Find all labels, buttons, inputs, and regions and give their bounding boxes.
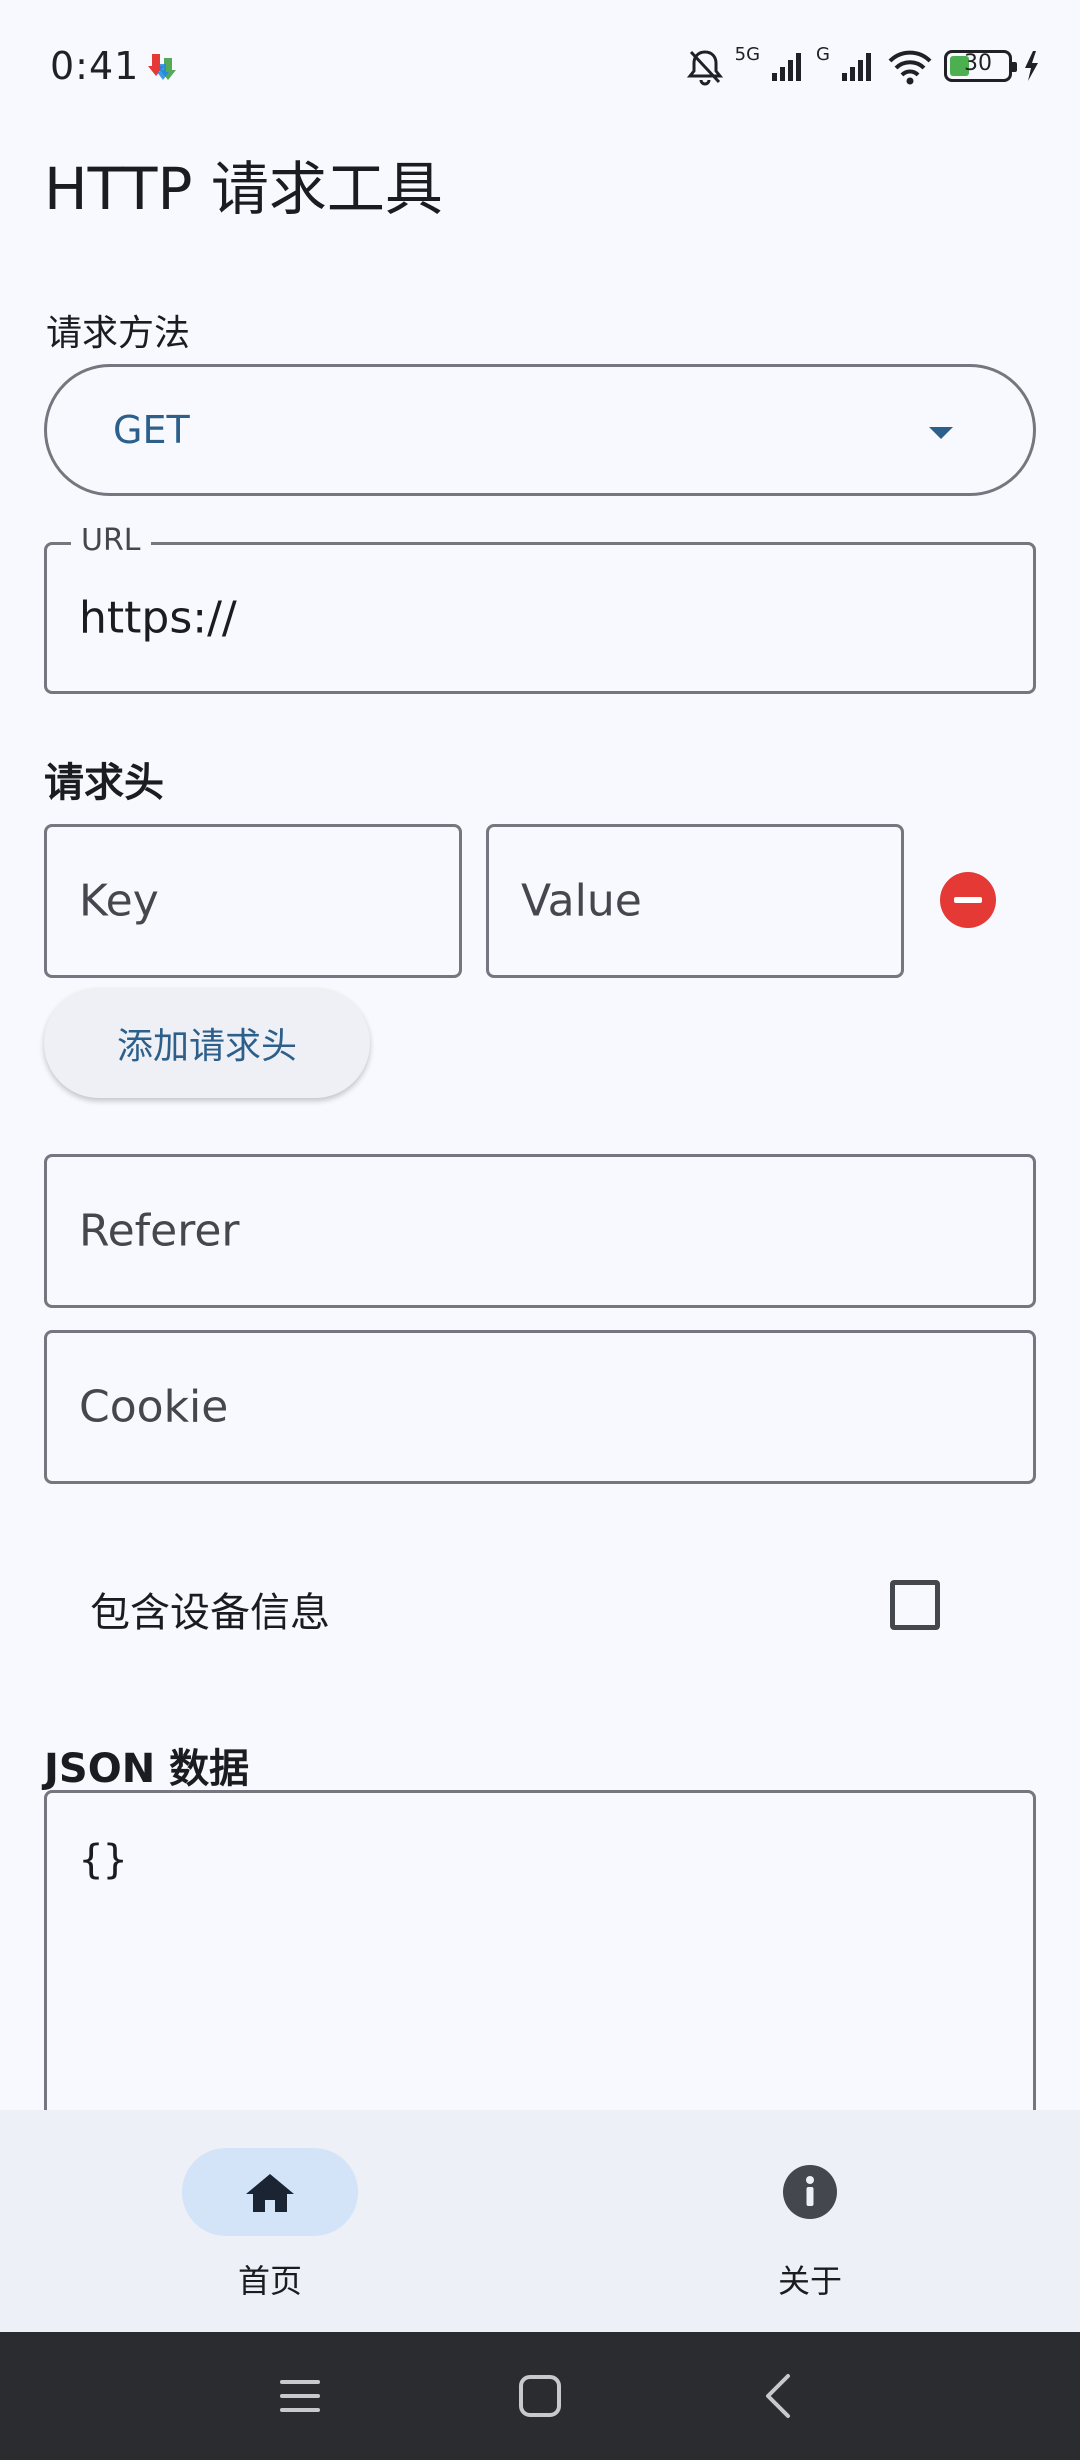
signal-icon-2 (842, 53, 871, 81)
device-info-checkbox[interactable] (890, 1580, 940, 1630)
signal-icon (772, 53, 802, 81)
device-info-label: 包含设备信息 (90, 1590, 330, 1636)
bell-off-icon (686, 50, 723, 86)
back-icon[interactable] (752, 2368, 808, 2424)
cookie-placeholder: Cookie (79, 1381, 229, 1433)
menu-icon[interactable] (272, 2368, 328, 2424)
home-icon (246, 2174, 294, 2212)
network-type-2: G (816, 44, 830, 65)
status-bar: 0:41 5G G 30 (0, 0, 1080, 136)
app-screen: 0:41 5G G 30 HTTP 请求工具 请求方法 GET URL http… (0, 0, 1080, 2460)
nav-label-about: 关于 (777, 2262, 842, 2300)
method-label: 请求方法 (46, 313, 191, 354)
header-key-placeholder: Key (79, 875, 159, 927)
referer-input[interactable]: Referer (44, 1154, 1036, 1308)
battery-level: 30 (964, 51, 992, 76)
home-button-icon[interactable] (512, 2368, 568, 2424)
header-value-placeholder: Value (521, 875, 642, 927)
nav-label-home: 首页 (237, 2262, 302, 2300)
method-dropdown[interactable]: GET (44, 364, 1036, 496)
status-icons: 5G G 30 (685, 44, 1040, 88)
referer-placeholder: Referer (79, 1205, 240, 1257)
remove-header-icon[interactable] (940, 872, 996, 928)
bottom-navigation: 首页 关于 (0, 2110, 1080, 2332)
info-icon (783, 2165, 837, 2219)
status-time: 0:41 (50, 44, 140, 88)
device-info-row[interactable]: 包含设备信息 (44, 1556, 1036, 1652)
nav-item-home[interactable]: 首页 (0, 2110, 540, 2332)
header-key-input[interactable]: Key (44, 824, 462, 978)
dropdown-arrow-icon (929, 427, 953, 439)
page-title: HTTP 请求工具 (44, 155, 443, 223)
url-value: https:// (79, 592, 237, 644)
url-label: URL (71, 523, 151, 558)
method-selected-value: GET (113, 408, 190, 452)
network-type-1: 5G (734, 44, 761, 65)
battery-icon: 30 (944, 50, 1017, 82)
json-heading: JSON 数据 (44, 1746, 250, 1792)
cookie-input[interactable]: Cookie (44, 1330, 1036, 1484)
nav-item-about[interactable]: 关于 (540, 2110, 1080, 2332)
download-icon (148, 54, 176, 80)
charging-icon (1025, 51, 1038, 81)
wifi-icon (888, 50, 932, 85)
header-value-input[interactable]: Value (486, 824, 904, 978)
system-navigation-bar (0, 2332, 1080, 2460)
add-header-button[interactable]: 添加请求头 (44, 988, 370, 1098)
headers-heading: 请求头 (44, 760, 164, 806)
url-input[interactable]: URL https:// (44, 523, 1036, 694)
json-value: {} (79, 1837, 128, 1883)
